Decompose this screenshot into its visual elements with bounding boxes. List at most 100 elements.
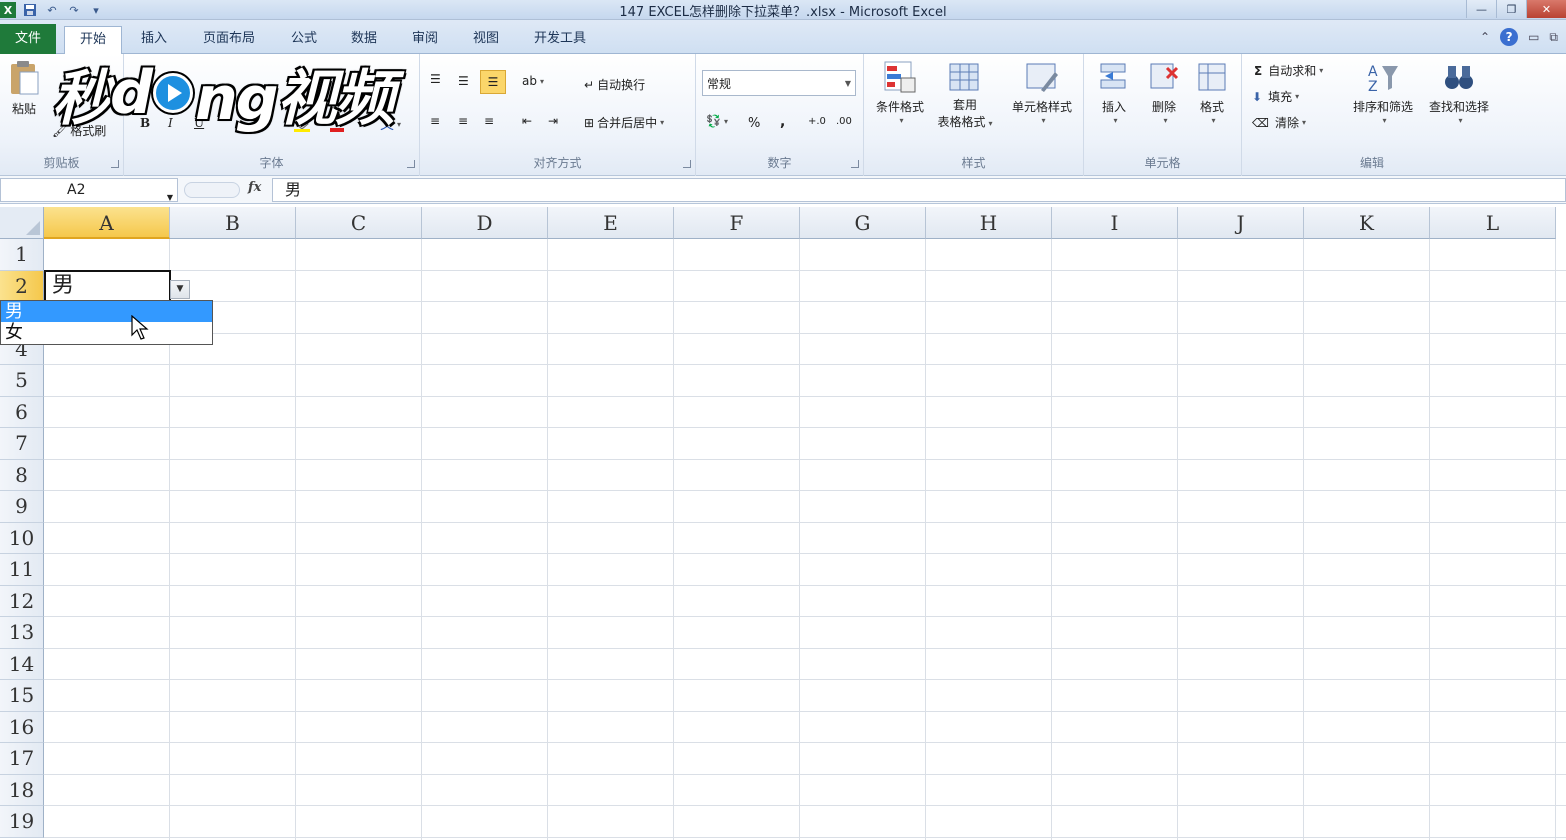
minimize-ribbon-icon[interactable]: ⌃	[1480, 30, 1490, 44]
clear-button[interactable]: ⌫ 清除 ▾	[1252, 114, 1306, 131]
number-launcher-icon[interactable]	[851, 160, 859, 168]
active-cell[interactable]: 男	[44, 270, 171, 302]
tab-file[interactable]: 文件	[0, 24, 56, 54]
window-minimize-icon[interactable]: ▭	[1528, 30, 1539, 44]
insert-cells-button[interactable]: 插入 ▾	[1092, 60, 1136, 125]
increase-decimal-button[interactable]: +.0	[808, 116, 826, 127]
close-icon[interactable]: ✕	[1526, 0, 1566, 18]
row-header-1[interactable]: 1	[0, 239, 44, 271]
increase-indent-icon: ⇥	[548, 114, 559, 128]
number-format-dropdown[interactable]: 常规 ▼	[702, 70, 856, 96]
column-header-l[interactable]: L	[1430, 207, 1556, 239]
decrease-indent-button[interactable]: ⇤	[522, 114, 532, 128]
decrease-decimal-button[interactable]: .00	[836, 116, 852, 127]
merge-center-button[interactable]: ⊞ 合并后居中 ▾	[584, 114, 664, 131]
spreadsheet-grid[interactable]: ABCDEFGHIJKL1234567891011121314151617181…	[0, 207, 1566, 840]
validation-dropdown-button[interactable]: ▼	[170, 280, 190, 299]
help-icon[interactable]: ?	[1500, 28, 1519, 46]
cell-styles-button[interactable]: 单元格样式 ▾	[1004, 60, 1080, 125]
format-cells-button[interactable]: 格式 ▾	[1190, 60, 1234, 125]
row-header-14[interactable]: 14	[0, 648, 44, 680]
row-header-19[interactable]: 19	[0, 806, 44, 838]
column-header-e[interactable]: E	[548, 207, 674, 239]
row-header-17[interactable]: 17	[0, 743, 44, 775]
wrap-text-button[interactable]: ↵ 自动换行	[584, 76, 645, 93]
alignment-group: ☰ ☰ ☰ ab ▾ ≡ ≡ ≡ ⇤ ⇥ ↵ 自动换行 ⊞ 合并后居中 ▾ 对齐方式	[420, 54, 696, 176]
dropdown-option-male[interactable]: 男	[1, 301, 212, 322]
clipboard-launcher-icon[interactable]	[111, 160, 119, 168]
window-restore-icon[interactable]: ⧉	[1549, 30, 1558, 45]
align-right-icon: ≡	[484, 114, 495, 128]
row-header-16[interactable]: 16	[0, 711, 44, 743]
column-header-f[interactable]: F	[674, 207, 800, 239]
svg-text:Z: Z	[1368, 79, 1378, 94]
row-header-11[interactable]: 11	[0, 554, 44, 586]
column-header-k[interactable]: K	[1304, 207, 1430, 239]
tab-view[interactable]: 视图	[460, 26, 512, 54]
column-header-j[interactable]: J	[1178, 207, 1304, 239]
dropdown-option-female[interactable]: 女	[1, 322, 212, 343]
column-header-g[interactable]: G	[800, 207, 926, 239]
select-all-button[interactable]	[0, 207, 44, 239]
column-header-h[interactable]: H	[926, 207, 1052, 239]
font-group-label: 字体	[259, 156, 284, 170]
chevron-down-icon: ▾	[1211, 116, 1216, 125]
column-header-i[interactable]: I	[1052, 207, 1178, 239]
sort-filter-label: 排序和筛选	[1352, 100, 1413, 114]
conditional-format-button[interactable]: 条件格式 ▾	[870, 60, 930, 125]
formula-input[interactable]: 男	[272, 178, 1566, 202]
percent-button[interactable]: %	[748, 116, 760, 131]
tab-developer[interactable]: 开发工具	[522, 26, 598, 54]
row-header-7[interactable]: 7	[0, 428, 44, 460]
align-middle-button[interactable]: ☰	[458, 74, 469, 88]
row-header-9[interactable]: 9	[0, 491, 44, 523]
gridline-vertical	[799, 239, 800, 840]
gridline-vertical	[1555, 239, 1556, 840]
alignment-launcher-icon[interactable]	[683, 160, 691, 168]
row-header-2[interactable]: 2	[0, 270, 44, 302]
orientation-button[interactable]: ab ▾	[522, 74, 544, 88]
restore-icon[interactable]: ❐	[1496, 0, 1526, 18]
gridline-vertical	[673, 239, 674, 840]
row-header-13[interactable]: 13	[0, 617, 44, 649]
paste-button[interactable]: 粘贴	[4, 60, 44, 118]
row-header-10[interactable]: 10	[0, 522, 44, 554]
align-bottom-button[interactable]: ☰	[480, 70, 506, 94]
row-header-5[interactable]: 5	[0, 365, 44, 397]
minimize-icon[interactable]: —	[1466, 0, 1496, 18]
column-header-d[interactable]: D	[422, 207, 548, 239]
increase-indent-button[interactable]: ⇥	[548, 114, 558, 128]
delete-cells-button[interactable]: 删除 ▾	[1142, 60, 1186, 125]
format-as-table-button[interactable]: 套用 表格格式 ▾	[930, 60, 1000, 132]
name-box-value: A2	[67, 182, 86, 198]
row-header-18[interactable]: 18	[0, 774, 44, 806]
row-header-12[interactable]: 12	[0, 585, 44, 617]
comma-button[interactable]: ,	[780, 114, 785, 130]
insert-function-icon[interactable]: fx	[248, 180, 261, 195]
find-select-button[interactable]: 查找和选择 ▾	[1422, 60, 1496, 125]
editing-group-label: 编辑	[1359, 156, 1384, 170]
column-header-a[interactable]: A	[44, 207, 170, 239]
chevron-down-icon: ▾	[1041, 116, 1046, 125]
format-cells-icon	[1195, 60, 1229, 94]
row-header-8[interactable]: 8	[0, 459, 44, 491]
styles-group: 条件格式 ▾ 套用 表格格式 ▾ 单元格样式 ▾ 样式	[864, 54, 1084, 176]
align-top-button[interactable]: ☰	[430, 72, 441, 86]
currency-button[interactable]: 💱 ▾	[706, 114, 728, 128]
align-right-button[interactable]: ≡	[484, 114, 494, 128]
font-launcher-icon[interactable]	[407, 160, 415, 168]
column-header-c[interactable]: C	[296, 207, 422, 239]
formula-bar-splitter[interactable]	[184, 182, 240, 198]
fill-down-icon: ⬇	[1252, 89, 1263, 104]
row-header-6[interactable]: 6	[0, 396, 44, 428]
gridline-horizontal	[44, 647, 1566, 649]
name-box[interactable]: A2 ▼	[0, 178, 178, 202]
align-center-button[interactable]: ≡	[458, 114, 468, 128]
row-header-15[interactable]: 15	[0, 680, 44, 712]
sort-filter-button[interactable]: AZ 排序和筛选 ▾	[1346, 60, 1420, 125]
fill-button[interactable]: ⬇ 填充 ▾	[1252, 88, 1299, 105]
autosum-button[interactable]: Σ 自动求和 ▾	[1254, 62, 1323, 79]
align-left-button[interactable]: ≡	[430, 114, 440, 128]
clear-label: 清除	[1274, 116, 1299, 130]
column-header-b[interactable]: B	[170, 207, 296, 239]
